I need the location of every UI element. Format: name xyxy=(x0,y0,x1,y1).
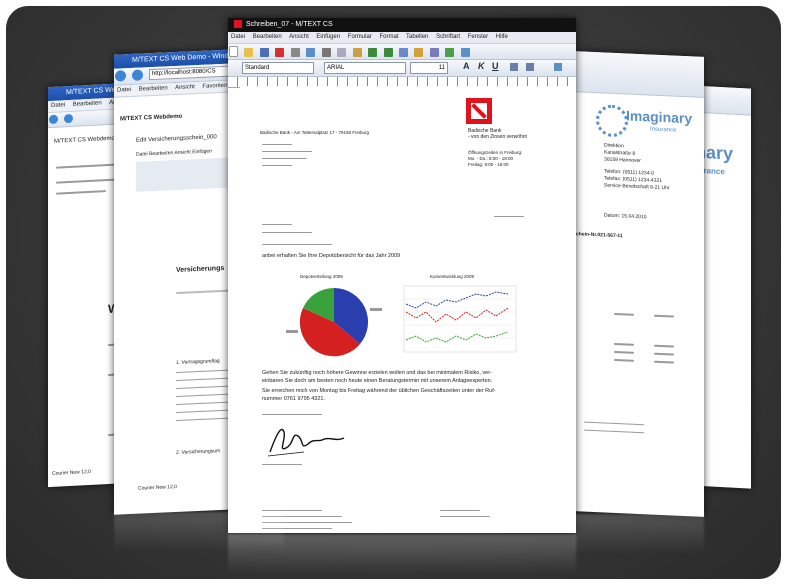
series-green xyxy=(405,331,509,343)
save-icon[interactable] xyxy=(259,48,269,57)
paste-icon[interactable] xyxy=(352,48,362,57)
menu-item[interactable]: Datei xyxy=(117,87,131,94)
body-text: nummer 0761 9795 4321. xyxy=(262,396,325,402)
policy-number: chein-Nr.021-567-11 xyxy=(576,231,623,240)
signature xyxy=(267,428,345,457)
document-page[interactable]: Badische Bank - von den Zinsen verwöhnt … xyxy=(240,86,576,533)
back-icon[interactable] xyxy=(115,70,126,82)
showcase-panel: M/TEXT CS Web Demo - Wi Datei Bearbeiten… xyxy=(6,6,781,579)
menu-datei[interactable]: Datei xyxy=(231,34,245,40)
format-toolbar xyxy=(574,51,704,98)
forward-icon[interactable] xyxy=(132,69,144,81)
app-icon xyxy=(234,20,242,29)
document-heading: Versicherungs xyxy=(176,264,225,275)
opening-hours: Mo. - Do.: 8:00 - 18:00 xyxy=(468,156,514,161)
open-icon[interactable] xyxy=(244,48,254,57)
insurance-window: Imaginary Insurance Direktion Kanalstraß… xyxy=(574,51,704,517)
app-title: M/TEXT CS Webdemo xyxy=(120,113,183,123)
menu-item[interactable]: Datei xyxy=(51,102,65,109)
address-line: Direktion xyxy=(604,142,624,150)
sender-line: Badische Bank - Am Tattersalplatz 17 - 7… xyxy=(260,130,369,135)
forward-icon[interactable] xyxy=(64,113,74,124)
align-left-icon[interactable] xyxy=(510,63,518,71)
menu-bearbeiten[interactable]: Bearbeiten xyxy=(253,34,282,40)
redo-icon[interactable] xyxy=(383,48,393,57)
brand-name: Imaginary xyxy=(626,107,693,127)
menu-formular[interactable]: Formular xyxy=(348,34,372,40)
bold-icon[interactable]: A xyxy=(463,61,470,71)
brand-subtitle: Insurance xyxy=(650,126,677,134)
menu-fenster[interactable]: Fenster xyxy=(468,34,488,40)
screenshot-frame: M/TEXT CS Web Demo - Wi Datei Bearbeiten… xyxy=(0,0,787,585)
tab-title[interactable]: M/TEXT CS Webdemo xyxy=(54,136,115,145)
section-heading: 2. Versicherungsum xyxy=(176,448,221,457)
undo-icon[interactable] xyxy=(368,48,378,57)
zoom-icon[interactable] xyxy=(460,48,470,57)
close-icon[interactable] xyxy=(275,48,285,57)
window-reflection xyxy=(114,512,284,552)
series-blue xyxy=(405,291,509,309)
address-line: 30159 Hannover xyxy=(604,156,641,165)
cut-icon[interactable] xyxy=(321,48,331,57)
menu-item[interactable]: Favoriten xyxy=(202,83,227,90)
image-icon[interactable] xyxy=(414,48,424,57)
pie-chart xyxy=(286,287,382,357)
link-icon[interactable] xyxy=(429,48,439,57)
copy-icon[interactable] xyxy=(337,48,347,57)
doc-menu: Datei Bearbeiten Ansicht Einfügen xyxy=(136,148,212,158)
menu-hilfe[interactable]: Hilfe xyxy=(496,34,508,40)
logo-swirl xyxy=(596,104,628,138)
menu-tabellen[interactable]: Tabellen xyxy=(406,34,428,40)
date-line: Datum: 15.04.2010 xyxy=(604,212,647,221)
back-icon[interactable] xyxy=(49,114,58,125)
status-bar: Courier New 12,0 xyxy=(52,468,91,477)
spell-icon[interactable] xyxy=(445,48,455,57)
bank-slogan: - von den Zinsen verwöhnt xyxy=(468,134,527,140)
style-select[interactable]: Standard xyxy=(242,62,314,74)
section-heading: 1. Vertragsgrundlag xyxy=(176,358,220,367)
line-chart-title: Kursentwicklung 2009 xyxy=(430,274,475,279)
status-bar: Courier New 12,0 xyxy=(138,483,177,492)
size-select[interactable]: 11 xyxy=(410,62,448,74)
pie-chart-title: Depotverteilung 2009 xyxy=(300,274,343,279)
window-reflection xyxy=(574,514,704,554)
menu-einfuegen[interactable]: Einfügen xyxy=(316,34,340,40)
window-title: Schreiben_07 - M/TEXT CS xyxy=(228,18,576,32)
font-select[interactable]: ARIAL xyxy=(324,62,406,74)
standard-toolbar xyxy=(228,44,576,60)
intro-sentence: anbei erhalten Sie Ihre Depotübersicht f… xyxy=(262,253,401,259)
print-icon[interactable] xyxy=(290,48,300,57)
align-center-icon[interactable] xyxy=(526,63,534,71)
align-right-icon[interactable] xyxy=(554,63,562,71)
preview-icon[interactable] xyxy=(306,48,316,57)
opening-hours: Freitag: 8:00 - 16:00 xyxy=(468,162,509,167)
series-red xyxy=(405,307,509,323)
menu-item[interactable]: Ansicht xyxy=(175,84,195,91)
body-text: Gehen Sie zukünftig noch höhere Gewinne … xyxy=(262,370,492,376)
opening-hours: Öffnungszeiten in Freiburg: xyxy=(468,150,523,155)
format-toolbar: Standard ARIAL 11 A K U xyxy=(228,60,576,77)
new-icon[interactable] xyxy=(229,46,238,57)
line-chart xyxy=(403,285,517,353)
body-text: einbaren Sie doch am besten noch heute e… xyxy=(262,378,493,384)
menu-schriftart[interactable]: Schriftart xyxy=(436,34,460,40)
table-icon[interactable] xyxy=(398,48,408,57)
menu-ansicht[interactable]: Ansicht xyxy=(289,34,309,40)
bank-logo xyxy=(466,98,492,124)
menu-bar: Datei Bearbeiten Ansicht Einfügen Formul… xyxy=(228,32,576,44)
menu-format[interactable]: Format xyxy=(379,34,398,40)
italic-icon[interactable]: K xyxy=(478,61,485,71)
underline-icon[interactable]: U xyxy=(492,61,499,71)
body-text: Sie erreichen mich von Montag bis Freita… xyxy=(262,388,496,394)
document-tab[interactable]: Edit Versicherungsschein_000 xyxy=(136,134,217,144)
editor-window: Schreiben_07 - M/TEXT CS Datei Bearbeite… xyxy=(228,18,576,533)
menu-item[interactable]: Bearbeiten xyxy=(139,85,168,92)
menu-item[interactable]: Bearbeiten xyxy=(73,100,102,108)
